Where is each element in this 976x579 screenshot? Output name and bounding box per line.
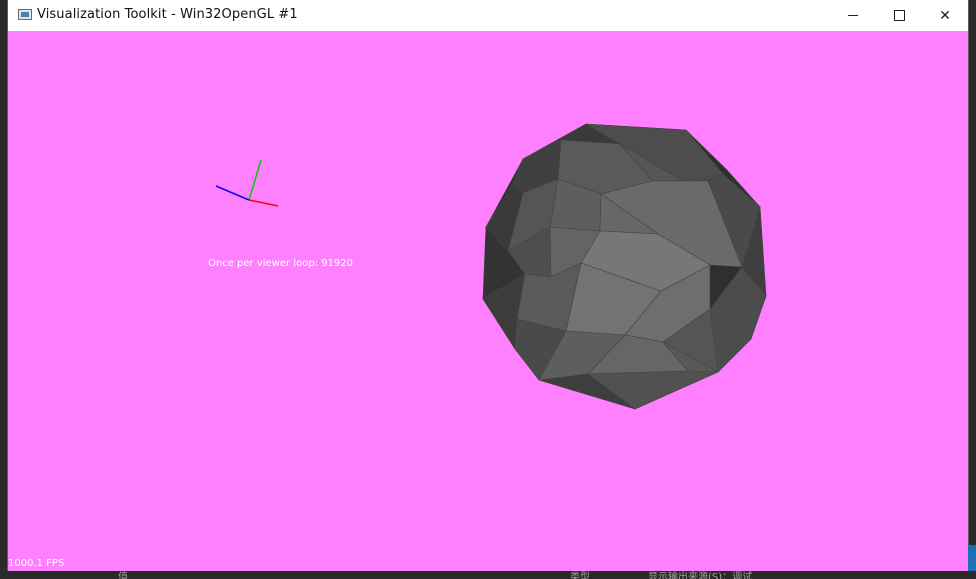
maximize-button[interactable] (876, 0, 922, 31)
render-viewport[interactable]: Once per viewer loop: 91920 1000.1 FPS (8, 31, 968, 571)
title-bar[interactable]: Visualization Toolkit - Win32OpenGL #1 ✕ (8, 0, 968, 32)
background-panel-strip: 值 类型 显示输出来源(S)：调试 (0, 571, 976, 579)
window-title: Visualization Toolkit - Win32OpenGL #1 (37, 7, 298, 22)
close-icon: ✕ (939, 7, 951, 23)
viewer-loop-annotation: Once per viewer loop: 91920 (208, 258, 354, 269)
orientation-axes (215, 159, 279, 207)
value-column-header: 值 (118, 572, 128, 579)
type-column-header: 类型 (570, 572, 590, 579)
faceted-sphere (482, 123, 767, 410)
maximize-icon (893, 10, 905, 21)
vtk-app-icon[interactable] (18, 9, 32, 20)
background-window-edge (968, 545, 976, 571)
app-window: Visualization Toolkit - Win32OpenGL #1 ✕ (8, 0, 968, 571)
minimize-icon (848, 15, 858, 16)
axis-z (215, 185, 250, 201)
axis-x (248, 199, 279, 207)
output-source-label[interactable]: 显示输出来源(S)：调试 (648, 571, 752, 579)
axis-y (248, 159, 262, 201)
fps-counter: 1000.1 FPS (8, 558, 65, 569)
minimize-button[interactable] (830, 0, 876, 31)
close-button[interactable]: ✕ (922, 0, 968, 31)
render-scene (215, 123, 767, 410)
